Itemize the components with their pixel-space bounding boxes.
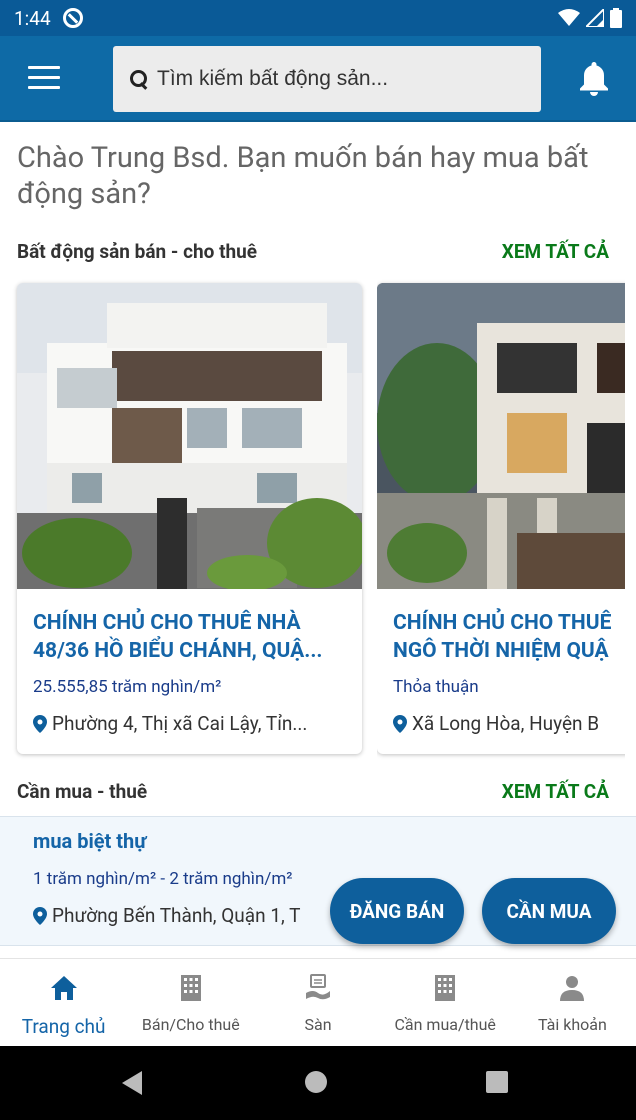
location-pin-icon <box>33 906 47 925</box>
sale-section-header: Bất động sản bán - cho thuê XEM TẤT CẢ <box>17 240 617 263</box>
wanted-title: mua biệt thự <box>33 829 147 853</box>
menu-icon[interactable] <box>28 66 60 92</box>
card-title: CHÍNH CHỦ CHO THUÊ NHÀ 48/36 HỒ BIỂU CHÁ… <box>33 611 323 663</box>
property-image <box>377 283 625 589</box>
search-icon <box>129 69 149 89</box>
home-button-icon[interactable] <box>305 1071 327 1093</box>
location-pin-icon <box>33 714 47 733</box>
nav-label: Bán/Cho thuê <box>141 1015 240 1034</box>
nav-label: Sàn <box>304 1015 332 1034</box>
card-title: CHÍNH CHỦ CHO THUÊ NGÔ THỜI NHIỆM QUẬ <box>393 611 612 663</box>
card-price: Thỏa thuận <box>393 677 479 697</box>
exchange-icon <box>306 974 330 1000</box>
property-card[interactable]: CHÍNH CHỦ CHO THUÊ NGÔ THỜI NHIỆM QUẬ Th… <box>377 283 625 754</box>
system-navigation-bar <box>0 1046 636 1120</box>
bell-icon[interactable] <box>578 60 610 96</box>
card-price: 25.555,85 trăm nghìn/m² <box>33 677 222 697</box>
property-card[interactable]: CHÍNH CHỦ CHO THUÊ NHÀ 48/36 HỒ BIỂU CHÁ… <box>17 283 362 754</box>
nav-item-sell-rent[interactable]: Bán/Cho thuê <box>127 959 254 1046</box>
search-input[interactable] <box>157 67 527 91</box>
post-sell-button[interactable]: ĐĂNG BÁN <box>330 878 464 944</box>
nav-item-exchange[interactable]: Sàn <box>254 959 381 1046</box>
wanted-price: 1 trăm nghìn/m² - 2 trăm nghìn/m² <box>33 869 293 889</box>
sale-section-title: Bất động sản bán - cho thuê <box>17 240 258 263</box>
post-buy-button[interactable]: CẦN MUA <box>482 878 616 944</box>
greeting-text: Chào Trung Bsd. Bạn muốn bán hay mua bất… <box>17 141 589 211</box>
do-not-disturb-icon <box>62 8 83 28</box>
card-location: Xã Long Hòa, Huyện B <box>393 712 599 735</box>
wifi-icon <box>558 9 580 26</box>
app-bar <box>0 36 636 122</box>
status-bar: 1:44 <box>0 0 636 36</box>
building-icon <box>435 975 456 1001</box>
status-time: 1:44 <box>14 6 51 30</box>
card-clip: CHÍNH CHỦ CHO THUÊ NGÔ THỜI NHIỆM QUẬ Th… <box>377 278 625 760</box>
person-icon <box>560 976 585 1001</box>
status-icons <box>558 8 622 28</box>
back-icon[interactable] <box>122 1071 142 1095</box>
nav-label: Tài khoản <box>538 1015 607 1034</box>
nav-item-account[interactable]: Tài khoản <box>509 959 636 1046</box>
property-image <box>17 283 362 589</box>
sale-view-all-link[interactable]: XEM TẤT CẢ <box>502 240 609 263</box>
battery-icon <box>610 8 622 28</box>
location-pin-icon <box>393 714 407 733</box>
building-icon <box>180 975 201 1001</box>
signal-icon <box>586 9 604 27</box>
wanted-location: Phường Bến Thành, Quận 1, T <box>33 904 300 927</box>
nav-item-wanted[interactable]: Cần mua/thuê <box>382 959 509 1046</box>
card-location: Phường 4, Thị xã Cai Lậy, Tỉn... <box>33 712 307 735</box>
recent-apps-icon[interactable] <box>486 1071 508 1093</box>
search-bar[interactable] <box>113 46 541 112</box>
nav-label: Cần mua/thuê <box>394 1015 496 1034</box>
nav-item-home[interactable]: Trang chủ <box>0 959 127 1046</box>
bottom-navigation: Trang chủ Bán/Cho thuê Sàn Cần mua/thuê … <box>0 958 636 1046</box>
wanted-section-header: Cần mua - thuê XEM TẤT CẢ <box>17 780 617 803</box>
home-icon <box>50 976 77 1000</box>
wanted-section-title: Cần mua - thuê <box>17 780 148 803</box>
nav-label: Trang chủ <box>21 1015 106 1038</box>
wanted-view-all-link[interactable]: XEM TẤT CẢ <box>502 780 609 803</box>
